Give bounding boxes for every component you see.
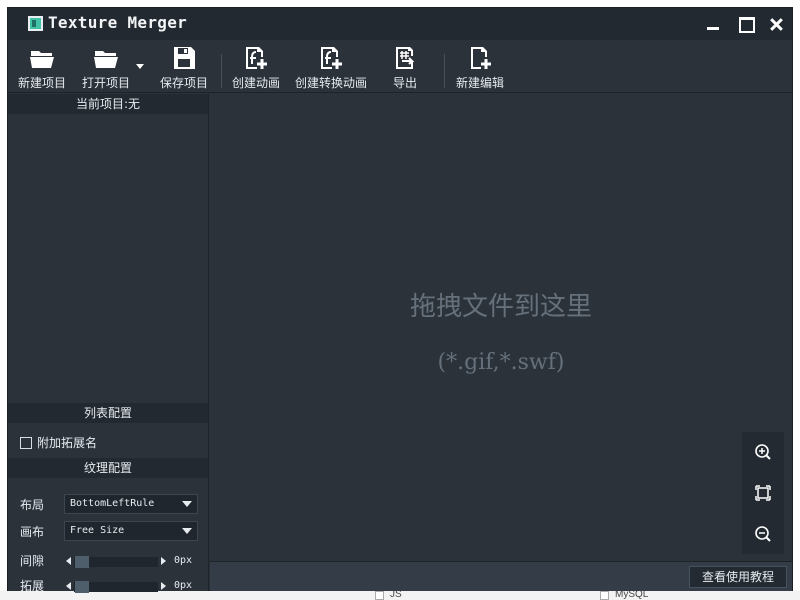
save-icon xyxy=(174,47,195,69)
window-title: Texture Merger xyxy=(48,13,188,32)
export-label: 导出 xyxy=(392,76,417,90)
layout-row: 布局 BottomLeftRule xyxy=(20,494,198,514)
background-checkbox xyxy=(600,590,609,600)
append-extension-option[interactable]: 附加拓展名 xyxy=(20,434,97,451)
left-panel: 当前项目:无 列表配置 附加拓展名 纹理配置 布局 BottomLeftRule… xyxy=(8,94,209,594)
zoom-out-icon[interactable] xyxy=(753,524,773,544)
slider-right-arrow-icon[interactable] xyxy=(161,556,166,565)
new-file-add-icon xyxy=(471,47,491,69)
canvas-label: 画布 xyxy=(20,524,45,539)
background-checkbox xyxy=(375,590,384,600)
background-item-mysql: MySQL xyxy=(600,590,648,600)
close-button[interactable] xyxy=(764,12,790,36)
chevron-down-icon xyxy=(182,528,192,534)
flash-convert-icon xyxy=(321,47,342,69)
maximize-button[interactable] xyxy=(732,12,758,36)
extend-label: 拓展 xyxy=(20,579,45,593)
slider-right-arrow-icon[interactable] xyxy=(161,581,166,590)
export-button[interactable]: 导出 xyxy=(382,40,428,93)
app-window: Texture Merger 新建项目 打开项目 保存项目 创建动画 创建转换动… xyxy=(7,7,793,594)
gap-row: 间隙 0px xyxy=(20,552,192,569)
canvas-row: 画布 Free Size xyxy=(20,521,198,541)
append-extension-label: 附加拓展名 xyxy=(37,436,98,450)
current-project-header: 当前项目:无 xyxy=(8,94,208,114)
list-config-header: 列表配置 xyxy=(8,403,208,423)
minimize-button[interactable] xyxy=(700,12,726,36)
drop-hint: 拖拽文件到这里 xyxy=(409,292,592,322)
canvas-size-select[interactable]: Free Size xyxy=(64,521,198,541)
slider-left-arrow-icon[interactable] xyxy=(66,581,71,590)
append-extension-checkbox[interactable] xyxy=(20,436,32,449)
fit-to-screen-icon[interactable] xyxy=(753,483,773,503)
save-project-label: 保存项目 xyxy=(159,76,208,90)
zoom-toolbar xyxy=(742,432,784,554)
new-edit-label: 新建编辑 xyxy=(455,76,504,90)
texture-config-header: 纹理配置 xyxy=(8,458,208,478)
new-project-label: 新建项目 xyxy=(17,76,66,90)
chevron-down-icon xyxy=(182,501,192,507)
extend-row: 拓展 0px xyxy=(20,577,192,594)
app-logo-icon xyxy=(28,16,43,31)
slider-left-arrow-icon[interactable] xyxy=(66,556,71,565)
slider-thumb[interactable] xyxy=(75,555,89,568)
gap-label: 间隙 xyxy=(20,554,45,568)
title-bar[interactable]: Texture Merger xyxy=(8,8,792,40)
open-project-label: 打开项目 xyxy=(81,76,130,90)
layout-label: 布局 xyxy=(20,497,45,512)
create-animation-button[interactable]: 创建动画 xyxy=(228,40,284,93)
gap-value: 0px xyxy=(174,555,193,566)
extend-slider[interactable] xyxy=(64,580,168,593)
save-project-button[interactable]: 保存项目 xyxy=(156,40,212,93)
flash-add-icon xyxy=(246,47,267,69)
create-convert-animation-label: 创建转换动画 xyxy=(294,76,367,90)
extend-value: 0px xyxy=(174,580,193,591)
create-animation-label: 创建动画 xyxy=(231,76,280,90)
new-project-button[interactable]: 新建项目 xyxy=(14,40,70,93)
status-bar: 查看使用教程 xyxy=(210,561,792,591)
gap-slider[interactable] xyxy=(64,555,168,568)
zoom-in-icon[interactable] xyxy=(753,442,773,462)
folder-icon xyxy=(30,51,54,68)
export-icon xyxy=(396,47,415,69)
drop-canvas[interactable]: 拖拽文件到这里 (*.gif,*.swf) xyxy=(210,94,792,561)
toolbar-separator xyxy=(221,54,222,88)
layout-select[interactable]: BottomLeftRule xyxy=(64,494,198,514)
toolbar: 新建项目 打开项目 保存项目 创建动画 创建转换动画 导出 新建编辑 xyxy=(8,40,792,93)
open-project-dropdown-icon[interactable] xyxy=(136,64,144,69)
create-convert-animation-button[interactable]: 创建转换动画 xyxy=(293,40,369,93)
open-project-button[interactable]: 打开项目 xyxy=(76,40,136,93)
folder-open-icon xyxy=(94,51,118,68)
background-item-js: JS xyxy=(375,590,402,600)
toolbar-separator xyxy=(444,54,445,88)
new-edit-button[interactable]: 新建编辑 xyxy=(452,40,508,93)
canvas-size-value: Free Size xyxy=(70,525,125,536)
layout-value: BottomLeftRule xyxy=(70,498,155,509)
view-tutorial-button[interactable]: 查看使用教程 xyxy=(689,566,787,588)
drop-file-types: (*.gif,*.swf) xyxy=(437,350,565,375)
slider-thumb[interactable] xyxy=(75,580,89,593)
project-list[interactable] xyxy=(8,114,208,403)
